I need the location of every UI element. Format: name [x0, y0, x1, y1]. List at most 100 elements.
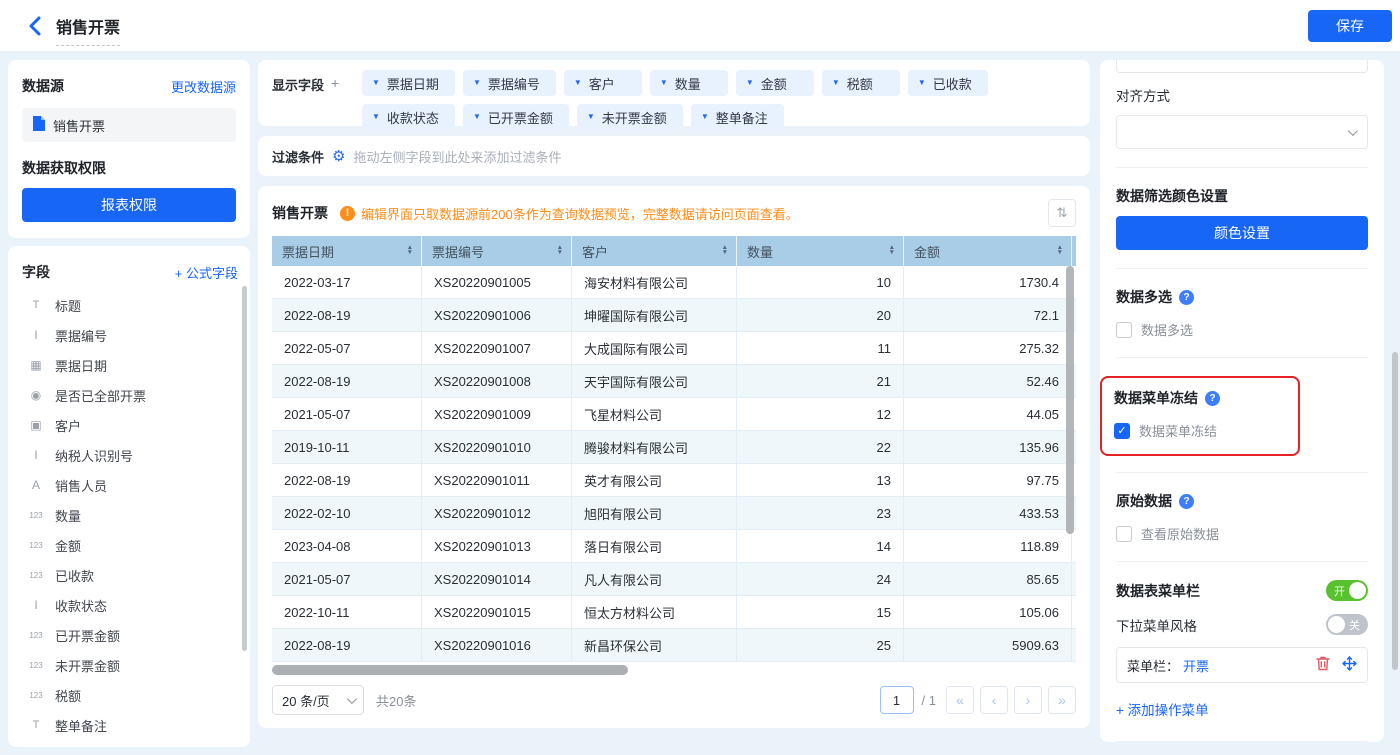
first-page-button[interactable]: « [946, 686, 974, 714]
trash-icon[interactable] [1316, 656, 1330, 674]
sort-arrows-icon[interactable]: ▲▼ [889, 246, 895, 256]
column-header[interactable]: 数量▲▼ [737, 236, 904, 266]
help-icon[interactable]: ? [1179, 290, 1194, 305]
field-chip[interactable]: ▼整单备注 [691, 104, 784, 130]
table-row[interactable]: 2022-05-07XS20220901007大成国际有限公司11275.32 [272, 332, 1076, 365]
field-item[interactable]: I收款状态 [22, 590, 238, 620]
menu-freeze-checkbox[interactable]: ✓ [1114, 423, 1130, 439]
table-row[interactable]: 2022-08-19XS20220901011英才有限公司1397.75 [272, 464, 1076, 497]
field-item[interactable]: 123金额 [22, 530, 238, 560]
table-row[interactable]: 2022-10-11XS20220901015恒太方材料公司15105.06 [272, 596, 1076, 629]
field-item[interactable]: T整单备注 [22, 710, 238, 740]
column-header[interactable]: 金额▲▼ [904, 236, 1072, 266]
table-cell: 13 [737, 464, 904, 497]
table-cell: 2022-05-07 [272, 332, 422, 365]
sort-arrows-icon[interactable]: ▲▼ [1057, 246, 1063, 256]
field-chip[interactable]: ▼未开票金额 [577, 104, 683, 130]
horizontal-scrollbar[interactable] [272, 665, 1076, 675]
menu-bar-toggle[interactable]: 开 [1326, 580, 1368, 601]
field-item[interactable]: 123已开票金额 [22, 620, 238, 650]
report-permission-button[interactable]: 报表权限 [22, 188, 236, 222]
column-header[interactable]: 票据编号▲▼ [422, 236, 572, 266]
clipped-input[interactable] [1116, 60, 1368, 73]
table-row[interactable]: 2021-05-07XS20220901009飞星材料公司1244.05 [272, 398, 1076, 431]
menu-item-row[interactable]: 菜单栏： 开票 [1116, 647, 1368, 683]
field-chip[interactable]: ▼已收款 [908, 70, 988, 96]
field-item[interactable]: 123税额 [22, 680, 238, 710]
next-page-button[interactable]: › [1014, 686, 1042, 714]
field-item[interactable]: 123已收款 [22, 560, 238, 590]
help-icon[interactable]: ? [1179, 494, 1194, 509]
raw-data-checkbox[interactable] [1116, 526, 1132, 542]
field-chip[interactable]: ▼已开票金额 [463, 104, 569, 130]
field-chip[interactable]: ▼税额 [822, 70, 900, 96]
horizontal-scrollbar-thumb[interactable] [272, 665, 628, 675]
raw-data-checkbox-row[interactable]: 查看原始数据 [1116, 524, 1368, 543]
field-item[interactable]: 123数量 [22, 500, 238, 530]
table-cell: 2022-08-19 [272, 299, 422, 332]
add-display-field-button[interactable]: + [331, 75, 339, 116]
sort-arrows-icon[interactable]: ▲▼ [557, 246, 563, 256]
panel-scrollbar-thumb[interactable] [1392, 352, 1398, 670]
field-chip[interactable]: ▼票据日期 [362, 70, 455, 96]
table-cell: 旭阳有限公司 [572, 497, 737, 530]
prev-page-button[interactable]: ‹ [980, 686, 1008, 714]
table-cell: 20 [737, 299, 904, 332]
move-icon[interactable] [1342, 656, 1357, 674]
dropdown-style-toggle[interactable]: 关 [1326, 614, 1368, 635]
table-row[interactable]: 2019-10-11XS20220901010腾骏材料有限公司22135.96 [272, 431, 1076, 464]
sort-arrows-icon[interactable]: ▲▼ [407, 246, 413, 256]
add-formula-field-link[interactable]: + 公式字段 [175, 263, 238, 282]
field-item[interactable]: ▦票据日期 [22, 350, 238, 380]
field-chip[interactable]: ▼票据编号 [463, 70, 556, 96]
table-row[interactable]: 2022-02-10XS20220901012旭阳有限公司23433.53 [272, 497, 1076, 530]
field-chip[interactable]: ▼数量 [650, 70, 728, 96]
last-page-button[interactable]: » [1048, 686, 1076, 714]
gear-icon[interactable]: ⚙ [332, 149, 345, 164]
table-row[interactable]: 2022-03-17XS20220901005海安材料有限公司101730.4 [272, 266, 1076, 299]
field-item[interactable]: ▣客户 [22, 410, 238, 440]
select-field-icon: ▣ [26, 418, 46, 432]
column-header[interactable]: 客户▲▼ [572, 236, 737, 266]
chevron-down-icon [347, 694, 357, 704]
color-settings-button[interactable]: 颜色设置 [1116, 216, 1368, 250]
help-icon[interactable]: ? [1205, 391, 1220, 406]
table-row[interactable]: 2023-04-08XS20220901013落日有限公司14118.89 [272, 530, 1076, 563]
number-field-icon: 123 [26, 691, 46, 700]
menu-item-value[interactable]: 开票 [1183, 656, 1209, 675]
column-header[interactable]: 税额▲▼ [1072, 236, 1076, 266]
table-row[interactable]: 2021-05-07XS20220901014凡人有限公司2485.65 [272, 563, 1076, 596]
back-icon[interactable] [28, 16, 46, 36]
datasource-item[interactable]: 销售开票 [22, 108, 236, 142]
column-header[interactable]: 票据日期▲▼ [272, 236, 422, 266]
number-field-icon: 123 [26, 661, 46, 670]
menu-freeze-checkbox-row[interactable]: ✓ 数据菜单冻结 [1114, 421, 1286, 440]
page-number-input[interactable] [880, 686, 914, 714]
table-cell: 2022-08-19 [272, 365, 422, 398]
field-item[interactable]: I纳税人识别号 [22, 440, 238, 470]
align-select[interactable] [1116, 115, 1368, 149]
field-chip-label: 票据编号 [488, 74, 540, 93]
table-row[interactable]: 2022-08-19XS20220901016新昌环保公司255909.63 [272, 629, 1076, 662]
change-datasource-link[interactable]: 更改数据源 [171, 77, 236, 96]
multi-select-checkbox[interactable] [1116, 322, 1132, 338]
field-item[interactable]: T标题 [22, 290, 238, 320]
page-size-select[interactable]: 20 条/页 [272, 685, 364, 715]
table-row[interactable]: 2022-08-19XS20220901006坤曜国际有限公司2072.1 [272, 299, 1076, 332]
field-item[interactable]: I票据编号 [22, 320, 238, 350]
sort-order-button[interactable]: ⇅ [1048, 199, 1076, 227]
field-item[interactable]: ◉是否已全部开票 [22, 380, 238, 410]
vertical-scrollbar-thumb[interactable] [1066, 266, 1074, 534]
add-action-menu-link[interactable]: + 添加操作菜单 [1116, 699, 1209, 719]
filter-panel: 过滤条件 ⚙ 拖动左侧字段到此处来添加过滤条件 [258, 136, 1090, 176]
fields-scrollbar[interactable] [242, 286, 247, 651]
field-item[interactable]: A销售人员 [22, 470, 238, 500]
multi-select-checkbox-row[interactable]: 数据多选 [1116, 320, 1368, 339]
field-chip[interactable]: ▼收款状态 [362, 104, 455, 130]
table-row[interactable]: 2022-08-19XS20220901008天宇国际有限公司2152.46 [272, 365, 1076, 398]
field-chip[interactable]: ▼客户 [564, 70, 642, 96]
field-chip[interactable]: ▼金额 [736, 70, 814, 96]
field-item[interactable]: 123未开票金额 [22, 650, 238, 680]
sort-arrows-icon[interactable]: ▲▼ [722, 246, 728, 256]
save-button[interactable]: 保存 [1308, 10, 1392, 42]
